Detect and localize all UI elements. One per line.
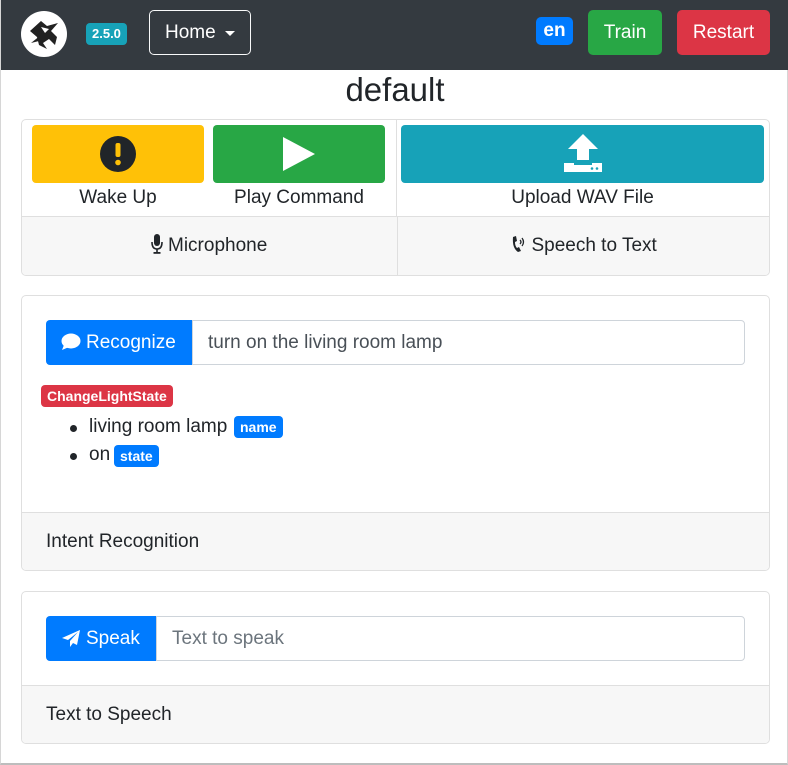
recognize-button[interactable]: Recognize xyxy=(46,320,192,365)
restart-button[interactable]: Restart xyxy=(677,10,770,55)
recognize-text-input[interactable] xyxy=(192,320,745,365)
paper-plane-icon xyxy=(62,630,80,647)
text-to-speech-footer: Text to Speech xyxy=(22,685,769,743)
home-dropdown-label: Home xyxy=(165,22,216,43)
exclamation-circle-icon xyxy=(100,136,136,172)
profile-title: default xyxy=(345,71,445,108)
audio-card: Wake Up Play Command Upload WAV File Mic… xyxy=(21,119,770,276)
intent-recognition-footer: Intent Recognition xyxy=(22,512,769,570)
upload-wav-button[interactable] xyxy=(401,125,764,183)
text-to-speech-card: Speak Text to Speech xyxy=(21,591,770,744)
microphone-selector[interactable]: Microphone xyxy=(22,217,396,275)
play-command-button[interactable] xyxy=(213,125,385,183)
recognize-input-group: Recognize xyxy=(46,320,746,365)
train-button[interactable]: Train xyxy=(588,10,662,55)
speak-button-label: Speak xyxy=(86,628,140,649)
navbar: 2.5.0 Home en Train Restart xyxy=(1,0,788,70)
speech-to-text-selector[interactable]: Speech to Text xyxy=(397,217,769,275)
speech-to-text-label: Speech to Text xyxy=(531,235,657,256)
wake-up-button[interactable] xyxy=(32,125,204,183)
speak-text-input[interactable] xyxy=(156,616,745,661)
app-frame: 2.5.0 Home en Train Restart default Wake… xyxy=(0,0,788,765)
bullet xyxy=(70,425,77,432)
microphone-label: Microphone xyxy=(168,235,268,256)
slot-name-badge: state xyxy=(114,445,159,467)
play-command-label: Play Command xyxy=(234,187,364,208)
upload-wav-label: Upload WAV File xyxy=(511,187,654,208)
logo-icon[interactable] xyxy=(21,11,67,57)
wake-up-label: Wake Up xyxy=(79,187,157,208)
phone-volume-icon xyxy=(513,236,525,252)
home-dropdown-button[interactable]: Home xyxy=(149,10,251,55)
comment-icon xyxy=(61,333,81,350)
version-badge: 2.5.0 xyxy=(86,23,127,45)
recognize-button-label: Recognize xyxy=(86,332,176,353)
intent-recognition-card: Recognize ChangeLightState living room l… xyxy=(21,295,770,571)
audio-footer: Microphone Speech to Text xyxy=(22,216,769,275)
upload-icon xyxy=(564,134,602,172)
slot-name-badge: name xyxy=(234,416,283,438)
bullet xyxy=(70,453,77,460)
language-badge: en xyxy=(536,17,573,45)
speak-button[interactable]: Speak xyxy=(46,616,156,661)
intent-name-badge: ChangeLightState xyxy=(41,385,173,407)
caret-down-icon xyxy=(225,31,235,36)
slot-value: on xyxy=(89,444,111,465)
speak-input-group: Speak xyxy=(46,616,746,661)
microphone-icon xyxy=(150,234,163,254)
slot-value: living room lamp xyxy=(89,416,228,437)
play-icon xyxy=(283,137,315,171)
